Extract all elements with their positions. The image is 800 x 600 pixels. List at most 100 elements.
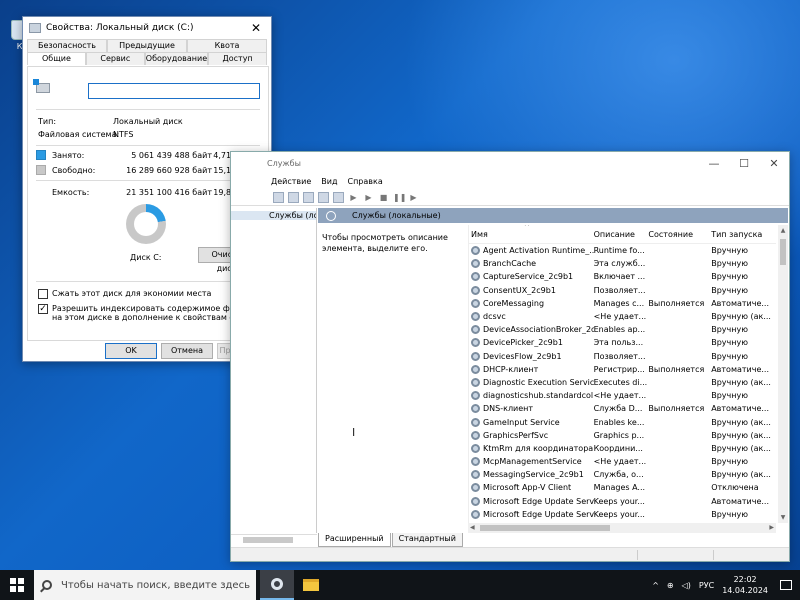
tree-hscrollbar[interactable] xyxy=(231,534,317,544)
drive-name-input[interactable] xyxy=(88,83,260,99)
table-row[interactable]: Microsoft App-V Client Manages A... Отключ… xyxy=(469,481,776,494)
compress-checkbox[interactable] xyxy=(38,289,48,299)
tree-item-services-local[interactable]: Службы (локальны xyxy=(231,211,316,220)
properties-icon[interactable] xyxy=(318,191,329,203)
service-startup-type: Вручную (ак... xyxy=(711,417,771,427)
service-status: Выполняется xyxy=(648,298,705,308)
table-row[interactable]: Microsoft Edge Update Serv... Keeps your.… xyxy=(469,495,776,508)
tray-chevron-icon[interactable]: ^ xyxy=(652,581,659,590)
free-swatch xyxy=(36,165,46,175)
tab-standard[interactable]: Стандартный xyxy=(391,533,463,547)
table-row[interactable]: Agent Activation Runtime_... Runtime fo..… xyxy=(469,244,776,257)
free-label: Свободно: xyxy=(52,165,96,175)
scroll-thumb[interactable] xyxy=(480,525,610,531)
scroll-thumb[interactable] xyxy=(780,239,786,265)
taskbar-clock[interactable]: 22:02 14.04.2024 xyxy=(722,574,768,596)
input-language[interactable]: РУС xyxy=(699,581,714,590)
tab-extended[interactable]: Расширенный xyxy=(318,533,391,547)
table-row[interactable]: KtmRm для координатора ... Координи... Вру… xyxy=(469,442,776,455)
menu-view[interactable]: Вид xyxy=(321,177,337,186)
table-hscrollbar[interactable]: ◀ ▶ xyxy=(468,523,776,533)
scroll-up-icon[interactable]: ▲ xyxy=(778,227,788,234)
table-row[interactable]: ConsentUX_2c9b1 Позволяет... Вручную xyxy=(469,284,776,297)
service-name: ConsentUX_2c9b1 xyxy=(469,285,594,295)
start-button[interactable] xyxy=(0,570,34,600)
service-name-text: KtmRm для координатора ... xyxy=(483,443,594,453)
tab-hardware[interactable]: Оборудование xyxy=(144,52,209,65)
column-description[interactable]: Описание xyxy=(594,230,649,239)
taskbar-search[interactable]: Чтобы начать поиск, введите здесь xyxy=(34,570,256,600)
service-gear-icon xyxy=(471,457,480,467)
taskbar-file-explorer[interactable] xyxy=(294,570,328,600)
pause-icon[interactable]: ❚❚ xyxy=(393,192,406,203)
notifications-icon[interactable] xyxy=(780,580,792,590)
close-icon[interactable]: ✕ xyxy=(241,21,271,35)
table-row[interactable]: diagnosticshub.standardcol... <Не удает..… xyxy=(469,389,776,402)
service-gear-icon xyxy=(471,312,480,322)
service-description-cell: Координи... xyxy=(593,443,643,453)
start-service-icon[interactable]: ▶ xyxy=(363,192,374,203)
start-icon[interactable]: ▶ xyxy=(348,192,359,203)
export-icon[interactable] xyxy=(303,191,314,203)
service-name: CaptureService_2c9b1 xyxy=(469,272,594,282)
table-row[interactable]: DNS-клиент Служба D... Выполняется Автомати… xyxy=(469,402,776,415)
service-name: DNS-клиент xyxy=(469,404,594,414)
service-description: Чтобы просмотреть описание элемента, выд… xyxy=(322,233,448,253)
network-icon[interactable]: ⊕ xyxy=(667,581,674,590)
table-row[interactable]: BranchCache Эта служб... Вручную xyxy=(469,257,776,270)
maximize-icon[interactable]: ☐ xyxy=(729,157,759,170)
table-row[interactable]: MessagingService_2c9b1 Служба, о... Вручну… xyxy=(469,468,776,481)
service-description-cell: Регистрир... xyxy=(593,364,645,374)
service-name: dcsvc xyxy=(469,312,594,322)
table-row[interactable]: GraphicsPerfSvc Graphics p... Вручную (ак.… xyxy=(469,429,776,442)
tab-sharing[interactable]: Доступ xyxy=(208,52,268,65)
tab-tools[interactable]: Сервис xyxy=(85,52,145,65)
table-row[interactable]: CaptureService_2c9b1 Включает ... Вручную xyxy=(469,270,776,283)
scroll-right-icon[interactable]: ▶ xyxy=(769,523,774,533)
capacity-row: Емкость: 21 351 100 416 байт 19,8 ГБ xyxy=(36,185,258,199)
table-row[interactable]: DevicesFlow_2c9b1 Позволяет... Вручную xyxy=(469,350,776,363)
menu-help[interactable]: Справка xyxy=(347,177,382,186)
services-table: ^ Имя Описание Состояние Тип запуска Age… xyxy=(468,225,776,523)
column-name[interactable]: Имя xyxy=(469,230,594,239)
tab-general[interactable]: Общие xyxy=(27,52,86,65)
tab-previous-versions[interactable]: Предыдущие версии xyxy=(107,39,187,62)
help-icon[interactable] xyxy=(333,191,344,203)
refresh-icon[interactable] xyxy=(288,191,299,203)
table-row[interactable]: CoreMessaging Manages c... Выполняется Авто… xyxy=(469,297,776,310)
column-startup-type[interactable]: Тип запуска xyxy=(711,230,776,239)
compress-option[interactable]: Сжать этот диск для экономии места xyxy=(38,289,262,299)
table-row[interactable]: DHCP-клиент Регистрир... Выполняется Автома… xyxy=(469,363,776,376)
stop-icon[interactable]: ■ xyxy=(378,192,389,203)
table-row[interactable]: DevicePicker_2c9b1 Эта польз... Вручную xyxy=(469,336,776,349)
table-vscrollbar[interactable]: ▲ ▼ xyxy=(778,225,788,523)
table-row[interactable]: McpManagementService <Не удает... Вручную xyxy=(469,455,776,468)
scroll-thumb[interactable] xyxy=(243,537,293,543)
ok-button[interactable]: OK xyxy=(105,343,157,359)
service-description-cell: Manages A... xyxy=(593,483,646,493)
table-row[interactable]: GameInput Service Enables ke... Вручную (а… xyxy=(469,415,776,428)
service-name-text: ConsentUX_2c9b1 xyxy=(483,285,556,295)
taskbar-services-app[interactable] xyxy=(260,570,294,600)
table-row[interactable]: DeviceAssociationBroker_2c... Enables ap.… xyxy=(469,323,776,336)
minimize-icon[interactable]: — xyxy=(699,157,729,170)
table-row[interactable]: Microsoft Edge Update Serv... Keeps your.… xyxy=(469,508,776,521)
cancel-button[interactable]: Отмена xyxy=(161,343,213,359)
taskbar: Чтобы начать поиск, введите здесь ^ ⊕ ◁)… xyxy=(0,570,800,600)
table-row[interactable]: dcsvc <Не удает... Вручную (ак... xyxy=(469,310,776,323)
index-checkbox[interactable]: ✓ xyxy=(38,304,48,314)
scroll-left-icon[interactable]: ◀ xyxy=(470,523,475,533)
column-status[interactable]: Состояние xyxy=(648,230,711,239)
service-name-text: CaptureService_2c9b1 xyxy=(483,272,574,282)
scroll-down-icon[interactable]: ▼ xyxy=(778,514,788,521)
restart-icon[interactable]: ▶ xyxy=(408,192,419,203)
table-row[interactable]: Diagnostic Execution Service Executes di.… xyxy=(469,376,776,389)
menu-action[interactable]: Действие xyxy=(271,177,311,186)
volume-icon[interactable]: ◁) xyxy=(682,581,691,590)
close-icon[interactable]: ✕ xyxy=(759,157,789,170)
service-gear-icon xyxy=(471,483,480,493)
show-tree-icon[interactable] xyxy=(273,191,284,203)
tab-security[interactable]: Безопасность xyxy=(27,39,107,52)
tab-quota[interactable]: Квота xyxy=(187,39,267,52)
index-option[interactable]: ✓ Разрешить индексировать содержимое фай… xyxy=(38,304,262,322)
